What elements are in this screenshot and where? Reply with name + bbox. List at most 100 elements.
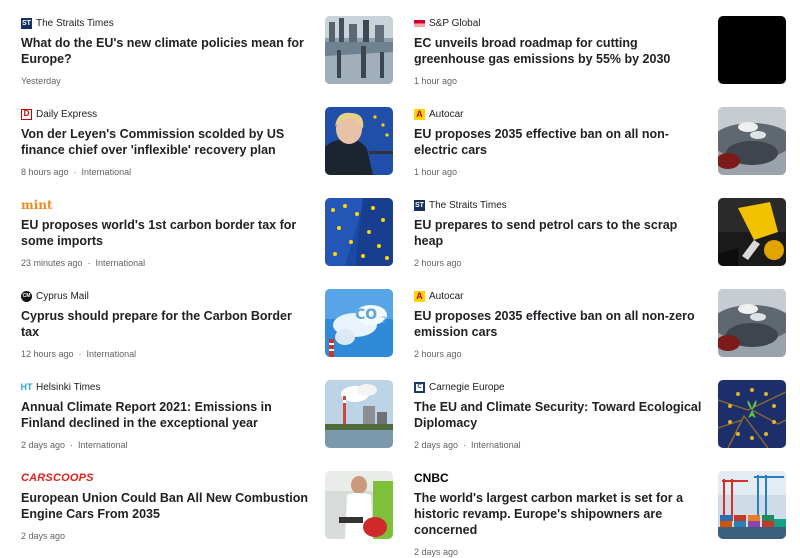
article-thumbnail[interactable] (718, 289, 786, 357)
news-card[interactable]: ST The Straits Times EU prepares to send p… (414, 198, 786, 278)
separator-dot: · (70, 440, 74, 450)
article-meta: 2 days ago (21, 530, 311, 542)
news-card[interactable]: mint EU proposes world's 1st carbon borde… (21, 198, 393, 278)
thumbnail-image: CO 2 (325, 289, 393, 357)
article-thumbnail[interactable] (718, 16, 786, 84)
svg-text:CO: CO (355, 307, 377, 323)
article-meta: 2 hours ago (414, 348, 704, 360)
timestamp: 23 minutes ago (21, 258, 83, 268)
news-card[interactable]: CM Cyprus Mail Cyprus should prepare for t… (21, 289, 393, 369)
headline-link[interactable]: EU proposes 2035 effective ban on all no… (414, 126, 704, 158)
thumbnail-image (325, 16, 393, 84)
headline-link[interactable]: Von der Leyen's Commission scolded by US… (21, 126, 311, 158)
source-name: Helsinki Times (36, 381, 101, 393)
cyprus-mail-logo: CM (21, 290, 32, 302)
news-source[interactable]: S&P Global (414, 16, 704, 30)
mint-logo: mint (21, 198, 53, 212)
cnbc-logo: CNBC (414, 471, 449, 485)
category-label: International (81, 167, 132, 177)
article-thumbnail[interactable] (325, 198, 393, 266)
daily-express-logo: D (21, 108, 32, 120)
news-source[interactable]: HT Helsinki Times (21, 380, 311, 394)
thumbnail-image (718, 16, 786, 84)
thumbnail-image (325, 380, 393, 448)
article-thumbnail[interactable] (325, 380, 393, 448)
article-thumbnail[interactable]: CO 2 (325, 289, 393, 357)
news-card[interactable]: D Daily Express Von der Leyen's Commission… (21, 107, 393, 187)
article-thumbnail[interactable] (325, 107, 393, 175)
headline-link[interactable]: EU proposes world's 1st carbon border ta… (21, 217, 311, 249)
news-card[interactable]: HT Helsinki Times Annual Climate Report 20… (21, 380, 393, 460)
source-name: Daily Express (36, 108, 98, 120)
article-meta: 2 days ago · International (21, 439, 311, 451)
news-card-text: mint EU proposes world's 1st carbon borde… (21, 198, 311, 269)
news-source[interactable]: mint (21, 198, 311, 212)
headline-link[interactable]: EU prepares to send petrol cars to the s… (414, 217, 704, 249)
timestamp: 2 days ago (21, 440, 66, 450)
news-card[interactable]: CARSCOOPS European Union Could Ban All Ne… (21, 471, 393, 551)
headline-link[interactable]: The EU and Climate Security: Toward Ecol… (414, 399, 704, 431)
news-source[interactable]: ST The Straits Times (21, 16, 311, 30)
thumbnail-image (718, 380, 786, 448)
news-card-text: A Autocar EU proposes 2035 effective ban o… (414, 107, 704, 178)
news-source[interactable]: CARSCOOPS (21, 471, 311, 485)
source-name: Autocar (429, 290, 464, 302)
headline-link[interactable]: What do the EU's new climate policies me… (21, 35, 311, 67)
timestamp: 8 hours ago (21, 167, 69, 177)
article-meta: Yesterday (21, 75, 311, 87)
news-card-text: HT Helsinki Times Annual Climate Report 20… (21, 380, 311, 451)
timestamp: 2 days ago (21, 531, 66, 541)
news-source[interactable]: A Autocar (414, 107, 704, 121)
news-source[interactable]: ST The Straits Times (414, 198, 704, 212)
carscoops-logo: CARSCOOPS (21, 471, 94, 484)
article-thumbnail[interactable] (718, 198, 786, 266)
autocar-logo: A (414, 108, 425, 120)
news-card-text: ST The Straits Times What do the EU's new … (21, 16, 311, 87)
straits-times-logo: ST (414, 199, 425, 211)
category-label: International (78, 440, 128, 450)
news-source[interactable]: A Autocar (414, 289, 704, 303)
news-card[interactable]: C Carnegie Europe The EU and Climate Secur… (414, 380, 786, 460)
article-thumbnail[interactable] (718, 471, 786, 539)
article-thumbnail[interactable] (325, 16, 393, 84)
article-thumbnail[interactable] (718, 380, 786, 448)
straits-times-logo: ST (21, 17, 32, 29)
svg-text:2: 2 (381, 316, 387, 326)
news-card[interactable]: CNBC The world's largest carbon market is… (414, 471, 786, 557)
article-thumbnail[interactable] (325, 471, 393, 539)
thumbnail-image (325, 198, 393, 266)
headline-link[interactable]: EC unveils broad roadmap for cutting gre… (414, 35, 704, 67)
source-name: The Straits Times (36, 17, 114, 29)
news-card[interactable]: S&P Global EC unveils broad roadmap for c… (414, 16, 786, 96)
news-source[interactable]: D Daily Express (21, 107, 311, 121)
news-source[interactable]: C Carnegie Europe (414, 380, 704, 394)
news-card-text: C Carnegie Europe The EU and Climate Secur… (414, 380, 704, 451)
news-card[interactable]: A Autocar EU proposes 2035 effective ban o… (414, 107, 786, 187)
news-grid: ST The Straits Times What do the EU's new … (0, 0, 800, 557)
thumbnail-image (718, 289, 786, 357)
news-card-text: CNBC The world's largest carbon market is… (414, 471, 704, 558)
headline-link[interactable]: The world's largest carbon market is set… (414, 490, 704, 538)
headline-link[interactable]: Cyprus should prepare for the Carbon Bor… (21, 308, 311, 340)
news-card[interactable]: A Autocar EU proposes 2035 effective ban o… (414, 289, 786, 369)
timestamp: 1 hour ago (414, 76, 458, 86)
thumbnail-image (718, 198, 786, 266)
article-thumbnail[interactable] (718, 107, 786, 175)
headline-link[interactable]: European Union Could Ban All New Combust… (21, 490, 311, 522)
sp-global-logo (414, 19, 425, 27)
source-name: Carnegie Europe (429, 381, 505, 393)
news-card-text: A Autocar EU proposes 2035 effective ban o… (414, 289, 704, 360)
headline-link[interactable]: Annual Climate Report 2021: Emissions in… (21, 399, 311, 431)
category-label: International (86, 349, 137, 359)
news-source[interactable]: CM Cyprus Mail (21, 289, 311, 303)
separator-dot: · (73, 167, 77, 177)
article-meta: 23 minutes ago · International (21, 257, 311, 269)
thumbnail-image (718, 107, 786, 175)
news-card-text: D Daily Express Von der Leyen's Commission… (21, 107, 311, 178)
separator-dot: · (78, 349, 82, 359)
article-meta: 2 hours ago (414, 257, 704, 269)
news-card[interactable]: ST The Straits Times What do the EU's new … (21, 16, 393, 96)
news-source[interactable]: CNBC (414, 471, 704, 485)
headline-link[interactable]: EU proposes 2035 effective ban on all no… (414, 308, 704, 340)
source-name: S&P Global (429, 17, 481, 29)
